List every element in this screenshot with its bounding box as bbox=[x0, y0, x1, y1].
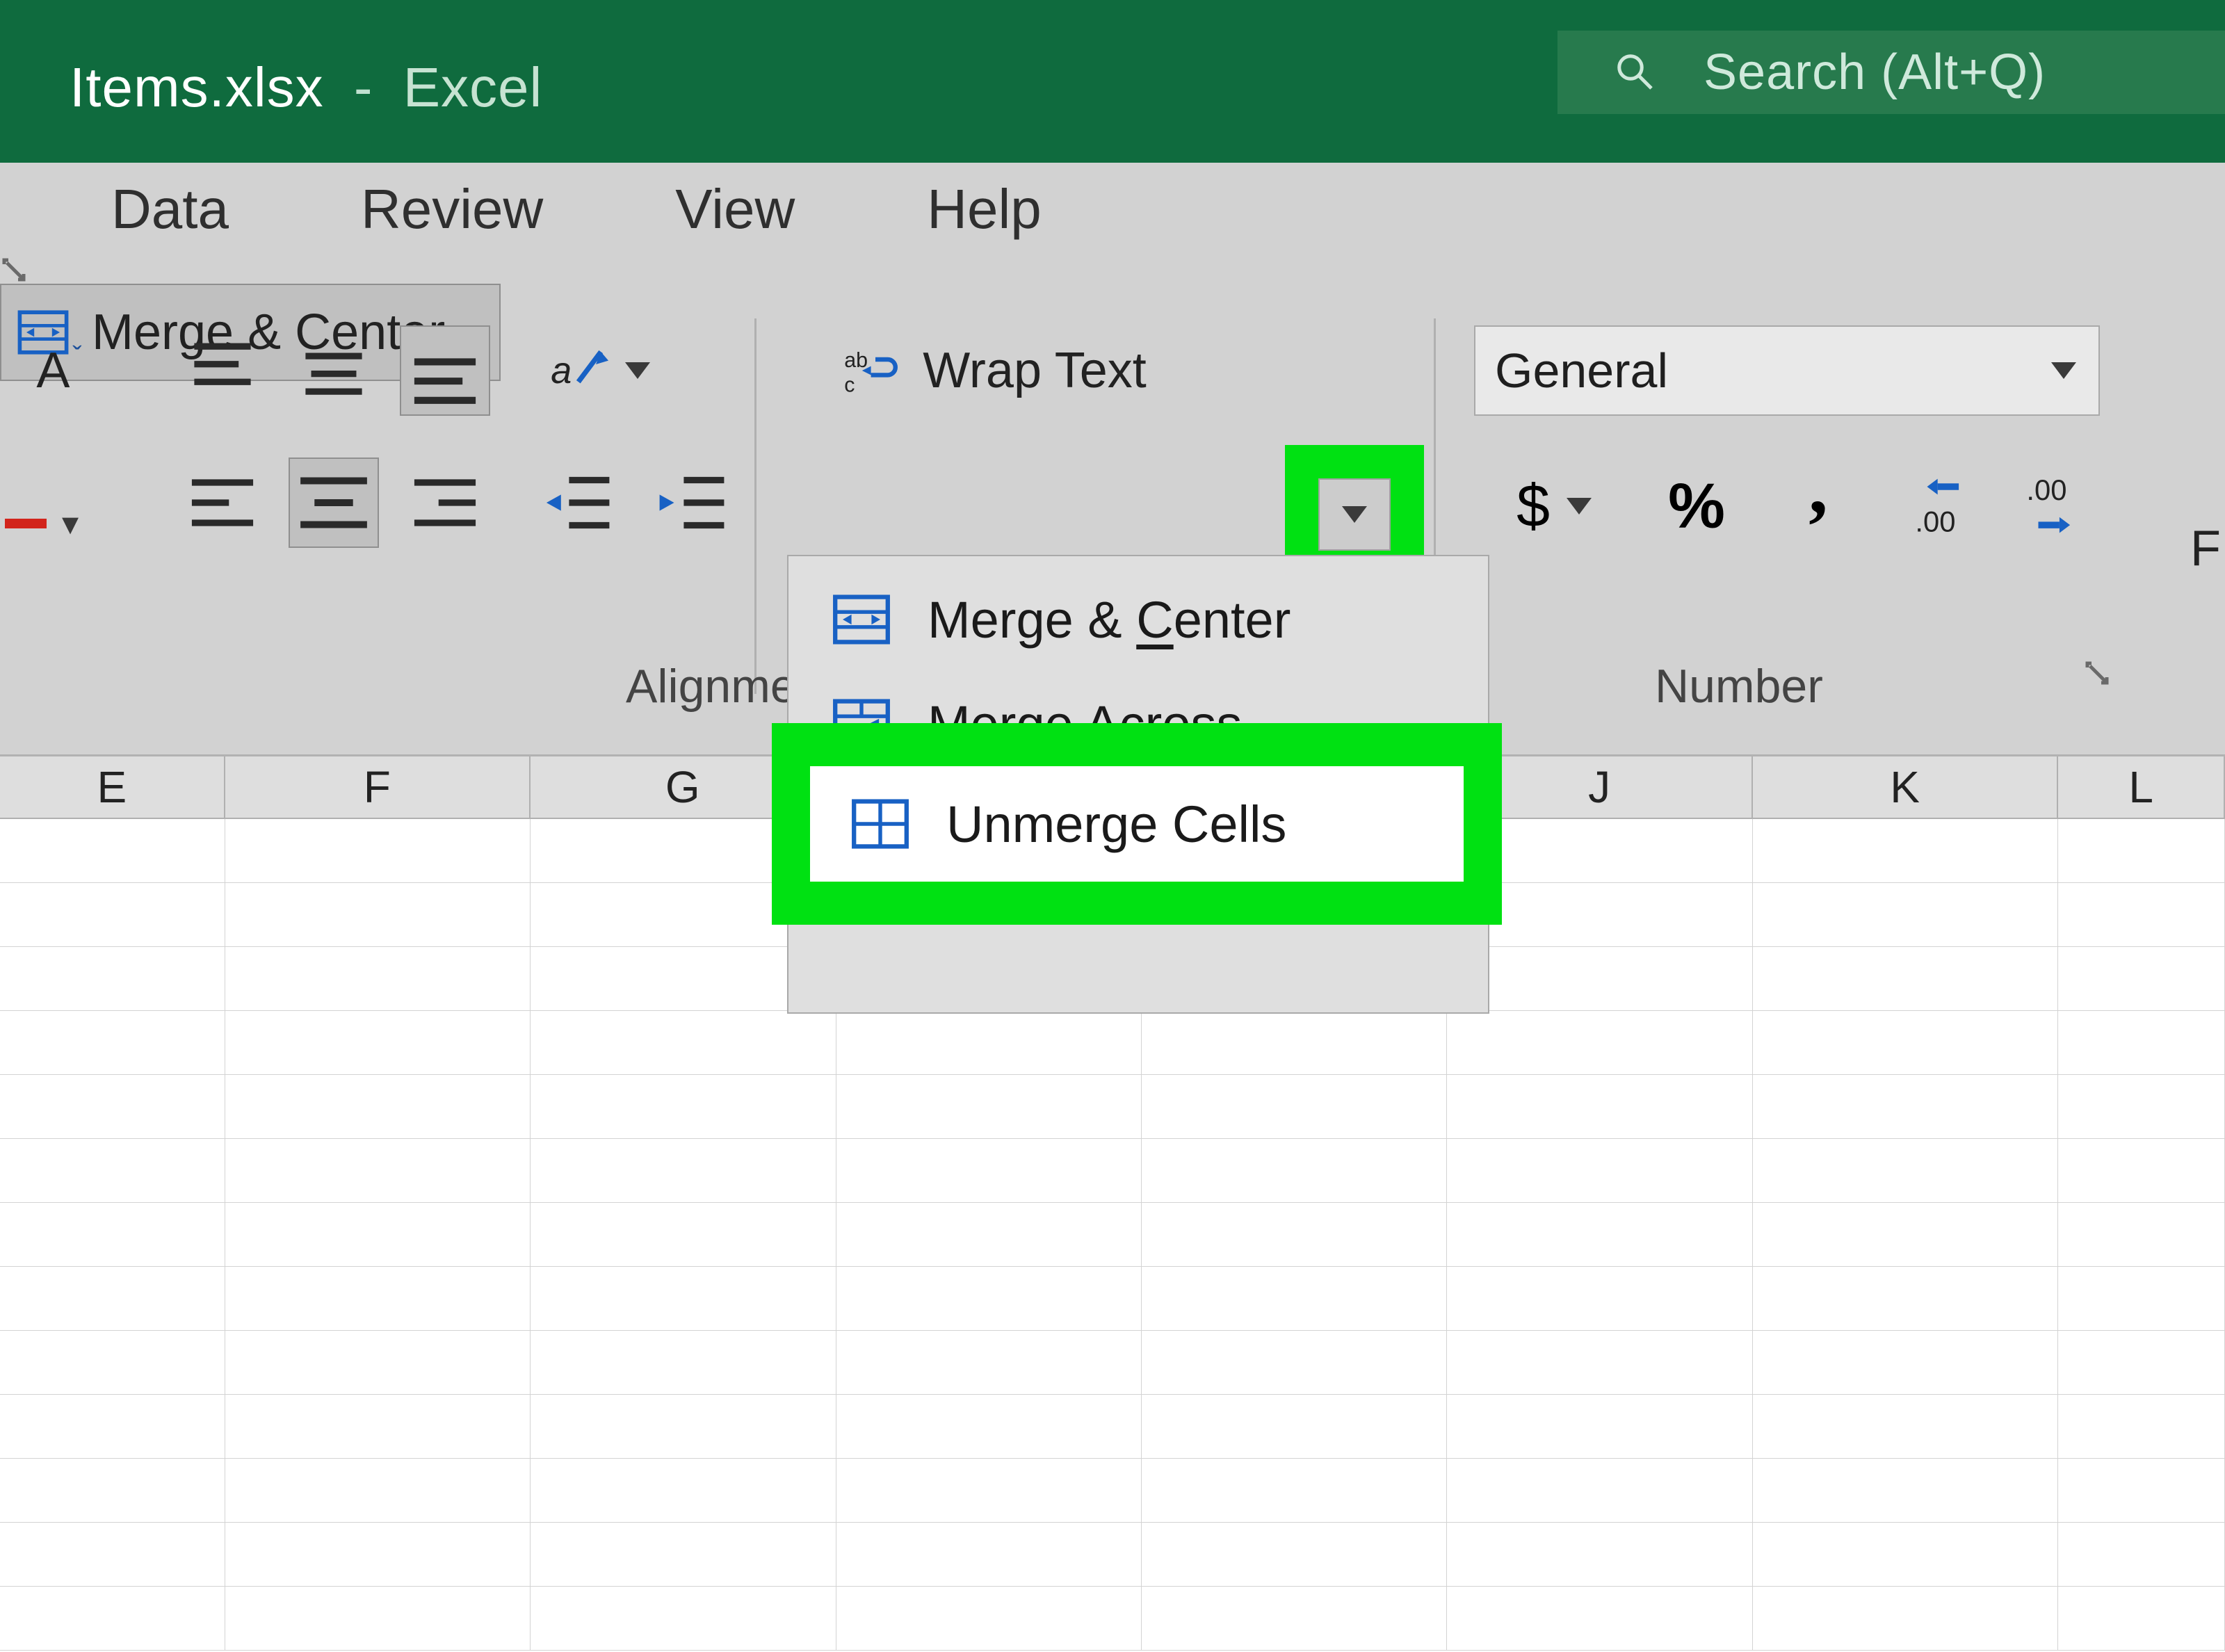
tab-review[interactable]: Review bbox=[361, 177, 543, 241]
svg-text:a: a bbox=[551, 350, 572, 391]
chevron-down-icon[interactable] bbox=[1567, 498, 1592, 515]
grid-row[interactable] bbox=[0, 1587, 2225, 1651]
window-title: Items.xlsx - Excel bbox=[70, 56, 542, 120]
ribbon: Aˇ ▾ a bbox=[0, 256, 2225, 756]
ribbon-tabs: Data Review View Help bbox=[0, 163, 2225, 256]
accounting-format-button[interactable]: $ bbox=[1495, 464, 1613, 548]
grid-row[interactable] bbox=[0, 1459, 2225, 1523]
number-format-select[interactable]: General bbox=[1474, 325, 2100, 416]
font-color-button[interactable]: ▾ bbox=[0, 492, 83, 555]
title-bar: Items.xlsx - Excel Search (Alt+Q) bbox=[0, 0, 2225, 163]
number-group-label: Number bbox=[1655, 659, 1823, 713]
grid-row[interactable] bbox=[0, 1395, 2225, 1459]
search-icon bbox=[1613, 50, 1655, 95]
chevron-down-icon bbox=[1342, 506, 1367, 523]
search-box[interactable]: Search (Alt+Q) bbox=[1558, 31, 2225, 114]
chevron-down-icon[interactable] bbox=[625, 362, 650, 379]
svg-text:.00: .00 bbox=[2026, 473, 2066, 506]
grid-row[interactable] bbox=[0, 1331, 2225, 1395]
increase-indent-button[interactable] bbox=[650, 461, 734, 544]
decrease-decimal-button[interactable]: .00 bbox=[2009, 464, 2093, 548]
grid-row[interactable] bbox=[0, 1139, 2225, 1203]
wrap-text-button[interactable]: ab c Wrap Text bbox=[800, 325, 1189, 416]
title-separator: - bbox=[338, 56, 389, 118]
font-color-swatch bbox=[5, 519, 47, 528]
filename: Items.xlsx bbox=[70, 56, 324, 118]
percent-icon: % bbox=[1668, 470, 1725, 543]
wrap-text-label: Wrap Text bbox=[923, 342, 1146, 399]
svg-text:.00: .00 bbox=[1915, 505, 1955, 537]
search-placeholder: Search (Alt+Q) bbox=[1704, 44, 2046, 101]
shrink-font-button[interactable]: Aˇ bbox=[14, 336, 104, 405]
dollar-icon: $ bbox=[1516, 472, 1550, 541]
menu-item-label: Merge & Center bbox=[928, 590, 1290, 649]
svg-text:ab: ab bbox=[844, 348, 868, 372]
grid-row[interactable] bbox=[0, 1075, 2225, 1139]
percent-style-button[interactable]: % bbox=[1658, 464, 1735, 548]
column-header-F[interactable]: F bbox=[225, 756, 531, 818]
align-bottom-button[interactable] bbox=[400, 325, 490, 416]
comma-style-button[interactable]: , bbox=[1780, 464, 1856, 548]
column-header-L[interactable]: L bbox=[2058, 756, 2225, 818]
align-right-button[interactable] bbox=[403, 461, 487, 544]
align-center-button[interactable] bbox=[289, 457, 379, 548]
merge-center-dropdown-arrow[interactable] bbox=[1318, 478, 1391, 551]
tab-view[interactable]: View bbox=[675, 177, 795, 241]
grid-row[interactable] bbox=[0, 1011, 2225, 1075]
comma-icon: , bbox=[1809, 443, 1828, 531]
app-name: Excel bbox=[403, 56, 543, 118]
increase-decimal-button[interactable]: .00 bbox=[1898, 464, 1982, 548]
chevron-down-icon bbox=[2051, 362, 2076, 379]
column-header-K[interactable]: K bbox=[1753, 756, 2058, 818]
chevron-down-icon[interactable]: ▾ bbox=[62, 504, 79, 543]
decrease-indent-button[interactable] bbox=[535, 461, 619, 544]
column-header-E[interactable]: E bbox=[0, 756, 225, 818]
merge-center-label: Merge & Center bbox=[92, 304, 445, 361]
grid-row[interactable] bbox=[0, 1267, 2225, 1331]
svg-text:c: c bbox=[844, 373, 855, 396]
group-divider bbox=[754, 318, 756, 694]
align-middle-button[interactable] bbox=[292, 329, 375, 412]
tab-data[interactable]: Data bbox=[111, 177, 229, 241]
number-group-dialog-launcher[interactable] bbox=[2083, 659, 2111, 687]
font-group-dialog-launcher[interactable] bbox=[0, 256, 28, 284]
menu-item-merge-center[interactable]: Merge & Center bbox=[788, 567, 1488, 672]
menu-item-unmerge-cells[interactable]: Unmerge Cells bbox=[810, 766, 1464, 882]
align-left-button[interactable] bbox=[181, 461, 264, 544]
tab-help[interactable]: Help bbox=[927, 177, 1042, 241]
unmerge-highlight: Unmerge Cells bbox=[772, 723, 1502, 925]
menu-item-label: Unmerge Cells bbox=[946, 795, 1286, 854]
align-top-button[interactable] bbox=[181, 329, 264, 412]
grid-row[interactable] bbox=[0, 1523, 2225, 1587]
truncated-group-label: F bbox=[2190, 520, 2225, 577]
number-format-value: General bbox=[1495, 343, 1668, 398]
grid-row[interactable] bbox=[0, 1203, 2225, 1267]
orientation-button[interactable]: a bbox=[528, 329, 668, 412]
